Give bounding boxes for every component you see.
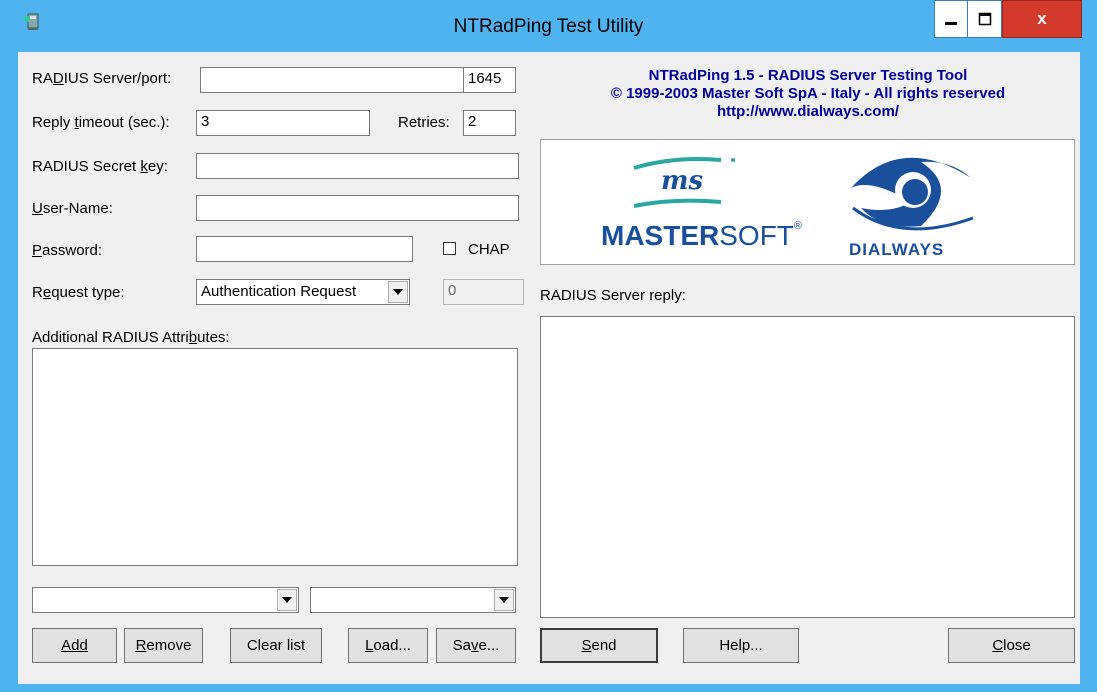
clear-list-button[interactable]: Clear list — [230, 628, 322, 663]
attribute-name-dropdown-button[interactable] — [277, 589, 297, 611]
close-window-button[interactable]: x — [1002, 0, 1082, 38]
request-type-label: Request type: — [32, 284, 125, 301]
eye-icon — [851, 157, 974, 231]
maximize-icon — [978, 12, 991, 26]
request-type-value: Authentication Request — [201, 283, 357, 300]
chevron-down-icon — [282, 597, 292, 603]
dialog-body: RADIUS Server/port: 1645 Reply timeout (… — [18, 52, 1080, 684]
send-button[interactable]: Send — [540, 628, 658, 663]
secret-key-label: RADIUS Secret key: — [32, 158, 168, 175]
chevron-down-icon — [499, 597, 509, 603]
attributes-list[interactable] — [32, 348, 518, 566]
help-button-label: Help... — [719, 637, 763, 654]
title-bar[interactable]: NTRadPing Test Utility x — [0, 0, 1097, 50]
reply-label: RADIUS Server reply: — [540, 287, 686, 304]
chap-label: CHAP — [468, 241, 510, 258]
attribute-value-dropdown-button[interactable] — [494, 589, 514, 611]
close-icon: x — [1037, 9, 1047, 28]
clear-list-label: Clear list — [246, 637, 306, 654]
save-button[interactable]: Sa v e... — [436, 628, 516, 663]
request-extra-input: 0 — [443, 279, 524, 305]
retries-label: Retries: — [398, 114, 450, 131]
retries-input[interactable]: 2 — [463, 110, 516, 136]
timeout-label: Reply timeout (sec.): — [32, 114, 170, 131]
server-input[interactable] — [200, 67, 470, 93]
username-label: User-Name: — [32, 200, 113, 217]
password-input[interactable] — [196, 236, 413, 262]
window-title: NTRadPing Test Utility — [453, 16, 644, 37]
mastersoft-wordmark: MASTERSOFT® — [601, 220, 803, 251]
add-button-label: Add — [61, 637, 88, 654]
add-button[interactable]: Add — [32, 628, 117, 663]
request-type-dropdown-button[interactable] — [388, 281, 408, 303]
logo-panel: ms MASTERSOFT® DIALWAYS — [540, 139, 1075, 265]
website-link[interactable]: http://www.dialways.com/ — [538, 103, 1078, 120]
timeout-input[interactable]: 3 — [196, 110, 370, 136]
mastersoft-ms-text: ms — [661, 166, 704, 196]
secret-key-input[interactable] — [196, 153, 519, 179]
close-button[interactable]: Close — [948, 628, 1075, 663]
server-port-label: RADIUS Server/port: — [32, 70, 172, 87]
load-button[interactable]: Load... — [348, 628, 428, 663]
minimize-icon — [945, 22, 957, 25]
minimize-button[interactable] — [934, 0, 968, 38]
chap-checkbox[interactable] — [443, 242, 456, 255]
username-input[interactable] — [196, 195, 519, 221]
dialways-wordmark: DIALWAYS — [849, 240, 945, 259]
password-label: Password: — [32, 242, 103, 259]
port-input[interactable]: 1645 — [463, 67, 516, 93]
attributes-label: Additional RADIUS Attributes: — [32, 329, 230, 346]
app-window: NTRadPing Test Utility x RADIUS Server/p… — [0, 0, 1097, 692]
attribute-value-select[interactable] — [310, 587, 516, 613]
chevron-down-icon — [393, 289, 403, 295]
reply-box[interactable] — [540, 316, 1075, 618]
mastersoft-logo: ms MASTERSOFT® — [601, 154, 851, 258]
copyright-text: © 1999-2003 Master Soft SpA - Italy - Al… — [610, 85, 1006, 102]
product-title: NTRadPing 1.5 - RADIUS Server Testing To… — [648, 67, 968, 84]
help-button[interactable]: Help... — [683, 628, 799, 663]
dialways-logo: DIALWAYS — [841, 148, 1001, 260]
remove-button[interactable]: Remove — [124, 628, 203, 663]
attribute-name-select[interactable] — [32, 587, 299, 613]
request-type-select[interactable]: Authentication Request — [196, 279, 410, 305]
maximize-button[interactable] — [968, 0, 1002, 38]
